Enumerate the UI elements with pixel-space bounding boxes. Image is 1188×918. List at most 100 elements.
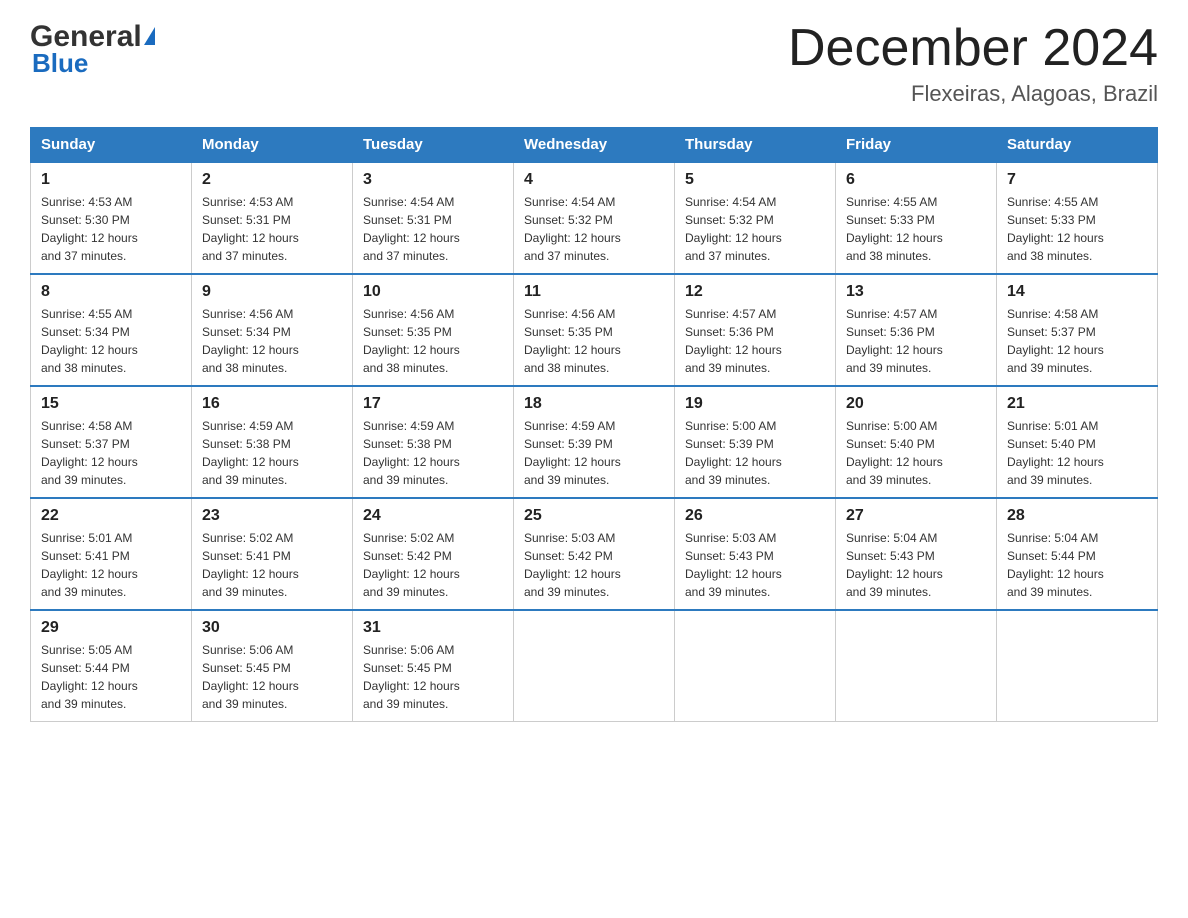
day-info: Sunrise: 4:55 AMSunset: 5:34 PMDaylight:… [41, 305, 181, 377]
day-info: Sunrise: 5:01 AMSunset: 5:40 PMDaylight:… [1007, 417, 1147, 489]
day-number: 29 [41, 619, 181, 637]
day-info: Sunrise: 5:00 AMSunset: 5:39 PMDaylight:… [685, 417, 825, 489]
day-info: Sunrise: 4:53 AMSunset: 5:31 PMDaylight:… [202, 193, 342, 265]
day-number: 13 [846, 283, 986, 301]
day-info: Sunrise: 4:57 AMSunset: 5:36 PMDaylight:… [846, 305, 986, 377]
day-info: Sunrise: 5:05 AMSunset: 5:44 PMDaylight:… [41, 641, 181, 713]
table-row [836, 610, 997, 722]
day-number: 2 [202, 171, 342, 189]
col-monday: Monday [192, 128, 353, 163]
day-info: Sunrise: 5:01 AMSunset: 5:41 PMDaylight:… [41, 529, 181, 601]
day-number: 6 [846, 171, 986, 189]
day-info: Sunrise: 5:02 AMSunset: 5:42 PMDaylight:… [363, 529, 503, 601]
day-info: Sunrise: 4:55 AMSunset: 5:33 PMDaylight:… [846, 193, 986, 265]
day-number: 30 [202, 619, 342, 637]
day-number: 16 [202, 395, 342, 413]
day-number: 20 [846, 395, 986, 413]
table-row [514, 610, 675, 722]
day-number: 27 [846, 507, 986, 525]
day-info: Sunrise: 4:58 AMSunset: 5:37 PMDaylight:… [1007, 305, 1147, 377]
day-number: 9 [202, 283, 342, 301]
day-info: Sunrise: 5:06 AMSunset: 5:45 PMDaylight:… [363, 641, 503, 713]
table-row: 30Sunrise: 5:06 AMSunset: 5:45 PMDayligh… [192, 610, 353, 722]
table-row: 19 Sunrise: 5:00 AMSunset: 5:39 PMDayligh… [675, 386, 836, 498]
table-row: 21 Sunrise: 5:01 AMSunset: 5:40 PMDayligh… [997, 386, 1158, 498]
logo-triangle-icon [144, 27, 155, 45]
col-sunday: Sunday [31, 128, 192, 163]
calendar-table: Sunday Monday Tuesday Wednesday Thursday… [30, 127, 1158, 722]
col-tuesday: Tuesday [353, 128, 514, 163]
table-row: 3 Sunrise: 4:54 AMSunset: 5:31 PMDaylight… [353, 162, 514, 274]
calendar-week-row: 15Sunrise: 4:58 AMSunset: 5:37 PMDayligh… [31, 386, 1158, 498]
day-number: 1 [41, 171, 181, 189]
table-row: 1 Sunrise: 4:53 AMSunset: 5:30 PMDaylight… [31, 162, 192, 274]
day-number: 4 [524, 171, 664, 189]
day-number: 11 [524, 283, 664, 301]
table-row [997, 610, 1158, 722]
table-row: 9Sunrise: 4:56 AMSunset: 5:34 PMDaylight… [192, 274, 353, 386]
table-row: 6 Sunrise: 4:55 AMSunset: 5:33 PMDaylight… [836, 162, 997, 274]
day-info: Sunrise: 4:57 AMSunset: 5:36 PMDaylight:… [685, 305, 825, 377]
day-info: Sunrise: 4:54 AMSunset: 5:32 PMDaylight:… [524, 193, 664, 265]
day-info: Sunrise: 5:04 AMSunset: 5:44 PMDaylight:… [1007, 529, 1147, 601]
table-row: 20 Sunrise: 5:00 AMSunset: 5:40 PMDayligh… [836, 386, 997, 498]
day-info: Sunrise: 4:54 AMSunset: 5:32 PMDaylight:… [685, 193, 825, 265]
day-number: 26 [685, 507, 825, 525]
day-number: 22 [41, 507, 181, 525]
day-number: 5 [685, 171, 825, 189]
col-thursday: Thursday [675, 128, 836, 163]
day-number: 24 [363, 507, 503, 525]
table-row: 11Sunrise: 4:56 AMSunset: 5:35 PMDayligh… [514, 274, 675, 386]
calendar-header-row: Sunday Monday Tuesday Wednesday Thursday… [31, 128, 1158, 163]
table-row: 16 Sunrise: 4:59 AMSunset: 5:38 PMDayligh… [192, 386, 353, 498]
col-saturday: Saturday [997, 128, 1158, 163]
table-row: 23Sunrise: 5:02 AMSunset: 5:41 PMDayligh… [192, 498, 353, 610]
table-row: 26Sunrise: 5:03 AMSunset: 5:43 PMDayligh… [675, 498, 836, 610]
table-row: 2 Sunrise: 4:53 AMSunset: 5:31 PMDaylight… [192, 162, 353, 274]
day-number: 25 [524, 507, 664, 525]
day-number: 10 [363, 283, 503, 301]
table-row: 28 Sunrise: 5:04 AMSunset: 5:44 PMDayligh… [997, 498, 1158, 610]
table-row: 10 Sunrise: 4:56 AMSunset: 5:35 PMDayligh… [353, 274, 514, 386]
page-header: General Blue December 2024 Flexeiras, Al… [30, 20, 1158, 107]
day-number: 15 [41, 395, 181, 413]
day-info: Sunrise: 4:55 AMSunset: 5:33 PMDaylight:… [1007, 193, 1147, 265]
day-number: 19 [685, 395, 825, 413]
title-section: December 2024 Flexeiras, Alagoas, Brazil [788, 20, 1158, 107]
subtitle: Flexeiras, Alagoas, Brazil [788, 81, 1158, 107]
table-row: 25Sunrise: 5:03 AMSunset: 5:42 PMDayligh… [514, 498, 675, 610]
table-row: 27Sunrise: 5:04 AMSunset: 5:43 PMDayligh… [836, 498, 997, 610]
day-info: Sunrise: 4:54 AMSunset: 5:31 PMDaylight:… [363, 193, 503, 265]
col-wednesday: Wednesday [514, 128, 675, 163]
day-info: Sunrise: 4:59 AMSunset: 5:39 PMDaylight:… [524, 417, 664, 489]
table-row: 22 Sunrise: 5:01 AMSunset: 5:41 PMDayligh… [31, 498, 192, 610]
col-friday: Friday [836, 128, 997, 163]
table-row: 29 Sunrise: 5:05 AMSunset: 5:44 PMDayligh… [31, 610, 192, 722]
day-number: 28 [1007, 507, 1147, 525]
day-number: 3 [363, 171, 503, 189]
day-number: 7 [1007, 171, 1147, 189]
table-row: 13 Sunrise: 4:57 AMSunset: 5:36 PMDayligh… [836, 274, 997, 386]
table-row: 18 Sunrise: 4:59 AMSunset: 5:39 PMDayligh… [514, 386, 675, 498]
logo-blue-text: Blue [32, 48, 88, 79]
day-number: 23 [202, 507, 342, 525]
table-row: 17Sunrise: 4:59 AMSunset: 5:38 PMDayligh… [353, 386, 514, 498]
day-number: 14 [1007, 283, 1147, 301]
day-info: Sunrise: 4:53 AMSunset: 5:30 PMDaylight:… [41, 193, 181, 265]
table-row: 4 Sunrise: 4:54 AMSunset: 5:32 PMDaylight… [514, 162, 675, 274]
day-info: Sunrise: 5:00 AMSunset: 5:40 PMDaylight:… [846, 417, 986, 489]
calendar-week-row: 1 Sunrise: 4:53 AMSunset: 5:30 PMDaylight… [31, 162, 1158, 274]
table-row: 12 Sunrise: 4:57 AMSunset: 5:36 PMDayligh… [675, 274, 836, 386]
day-number: 12 [685, 283, 825, 301]
day-number: 18 [524, 395, 664, 413]
table-row [675, 610, 836, 722]
day-info: Sunrise: 4:59 AMSunset: 5:38 PMDaylight:… [363, 417, 503, 489]
table-row: 14 Sunrise: 4:58 AMSunset: 5:37 PMDayligh… [997, 274, 1158, 386]
day-number: 8 [41, 283, 181, 301]
day-info: Sunrise: 4:56 AMSunset: 5:35 PMDaylight:… [363, 305, 503, 377]
table-row: 8 Sunrise: 4:55 AMSunset: 5:34 PMDaylight… [31, 274, 192, 386]
day-number: 31 [363, 619, 503, 637]
table-row: 24 Sunrise: 5:02 AMSunset: 5:42 PMDayligh… [353, 498, 514, 610]
day-number: 21 [1007, 395, 1147, 413]
day-info: Sunrise: 4:59 AMSunset: 5:38 PMDaylight:… [202, 417, 342, 489]
